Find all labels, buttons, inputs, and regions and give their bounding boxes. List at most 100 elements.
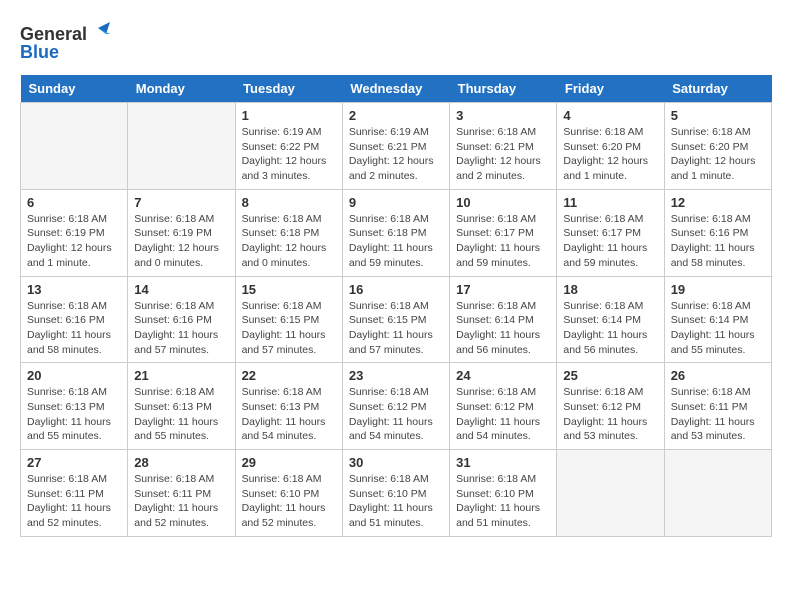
day-detail: Sunrise: 6:18 AM Sunset: 6:11 PM Dayligh… <box>134 472 228 531</box>
day-detail: Sunrise: 6:18 AM Sunset: 6:15 PM Dayligh… <box>349 299 443 358</box>
calendar-cell: 5 Sunrise: 6:18 AM Sunset: 6:20 PM Daylig… <box>664 103 771 190</box>
day-detail: Sunrise: 6:18 AM Sunset: 6:14 PM Dayligh… <box>456 299 550 358</box>
calendar-cell <box>128 103 235 190</box>
day-detail: Sunrise: 6:18 AM Sunset: 6:16 PM Dayligh… <box>134 299 228 358</box>
day-detail: Sunrise: 6:18 AM Sunset: 6:10 PM Dayligh… <box>456 472 550 531</box>
calendar-cell: 17 Sunrise: 6:18 AM Sunset: 6:14 PM Dayli… <box>450 276 557 363</box>
header: General Blue <box>20 20 772 65</box>
calendar-week-3: 13Sunrise: 6:18 AM Sunset: 6:16 PM Dayli… <box>21 276 772 363</box>
day-detail: Sunrise: 6:18 AM Sunset: 6:10 PM Dayligh… <box>242 472 336 531</box>
day-detail: Sunrise: 6:19 AM Sunset: 6:21 PM Dayligh… <box>349 125 443 184</box>
day-number: 22 <box>242 368 336 383</box>
day-detail: Sunrise: 6:18 AM Sunset: 6:11 PM Dayligh… <box>27 472 121 531</box>
calendar-cell: 10 Sunrise: 6:18 AM Sunset: 6:17 PM Dayli… <box>450 189 557 276</box>
calendar-cell: 30 Sunrise: 6:18 AM Sunset: 6:10 PM Dayli… <box>342 450 449 537</box>
day-number: 16 <box>349 282 443 297</box>
calendar-cell: 14 Sunrise: 6:18 AM Sunset: 6:16 PM Dayli… <box>128 276 235 363</box>
calendar-cell: 16 Sunrise: 6:18 AM Sunset: 6:15 PM Dayli… <box>342 276 449 363</box>
day-number: 2 <box>349 108 443 123</box>
day-detail: Sunrise: 6:18 AM Sunset: 6:14 PM Dayligh… <box>671 299 765 358</box>
day-detail: Sunrise: 6:18 AM Sunset: 6:13 PM Dayligh… <box>134 385 228 444</box>
calendar-week-1: 1 Sunrise: 6:19 AM Sunset: 6:22 PM Daylig… <box>21 103 772 190</box>
day-number: 4 <box>563 108 657 123</box>
day-detail: Sunrise: 6:18 AM Sunset: 6:17 PM Dayligh… <box>563 212 657 271</box>
calendar-cell: 15Sunrise: 6:18 AM Sunset: 6:15 PM Dayli… <box>235 276 342 363</box>
day-detail: Sunrise: 6:18 AM Sunset: 6:16 PM Dayligh… <box>27 299 121 358</box>
calendar-cell: 6Sunrise: 6:18 AM Sunset: 6:19 PM Daylig… <box>21 189 128 276</box>
day-number: 21 <box>134 368 228 383</box>
day-number: 19 <box>671 282 765 297</box>
day-detail: Sunrise: 6:18 AM Sunset: 6:13 PM Dayligh… <box>242 385 336 444</box>
calendar-cell: 11 Sunrise: 6:18 AM Sunset: 6:17 PM Dayli… <box>557 189 664 276</box>
day-number: 8 <box>242 195 336 210</box>
weekday-header-wednesday: Wednesday <box>342 75 449 103</box>
day-number: 28 <box>134 455 228 470</box>
weekday-header-thursday: Thursday <box>450 75 557 103</box>
day-number: 1 <box>242 108 336 123</box>
day-number: 3 <box>456 108 550 123</box>
calendar-cell: 12 Sunrise: 6:18 AM Sunset: 6:16 PM Dayli… <box>664 189 771 276</box>
calendar-week-5: 27 Sunrise: 6:18 AM Sunset: 6:11 PM Dayli… <box>21 450 772 537</box>
calendar-table: SundayMondayTuesdayWednesdayThursdayFrid… <box>20 75 772 537</box>
day-detail: Sunrise: 6:18 AM Sunset: 6:12 PM Dayligh… <box>563 385 657 444</box>
calendar-cell: 1 Sunrise: 6:19 AM Sunset: 6:22 PM Daylig… <box>235 103 342 190</box>
svg-text:Blue: Blue <box>20 42 59 62</box>
day-number: 5 <box>671 108 765 123</box>
day-detail: Sunrise: 6:18 AM Sunset: 6:14 PM Dayligh… <box>563 299 657 358</box>
calendar-cell: 21 Sunrise: 6:18 AM Sunset: 6:13 PM Dayli… <box>128 363 235 450</box>
day-number: 23 <box>349 368 443 383</box>
day-number: 31 <box>456 455 550 470</box>
day-detail: Sunrise: 6:18 AM Sunset: 6:20 PM Dayligh… <box>671 125 765 184</box>
weekday-header-sunday: Sunday <box>21 75 128 103</box>
weekday-header-friday: Friday <box>557 75 664 103</box>
calendar-cell: 19 Sunrise: 6:18 AM Sunset: 6:14 PM Dayli… <box>664 276 771 363</box>
day-detail: Sunrise: 6:18 AM Sunset: 6:11 PM Dayligh… <box>671 385 765 444</box>
weekday-header-monday: Monday <box>128 75 235 103</box>
day-number: 7 <box>134 195 228 210</box>
day-number: 9 <box>349 195 443 210</box>
calendar-week-4: 20 Sunrise: 6:18 AM Sunset: 6:13 PM Dayli… <box>21 363 772 450</box>
calendar-cell: 13Sunrise: 6:18 AM Sunset: 6:16 PM Dayli… <box>21 276 128 363</box>
day-number: 25 <box>563 368 657 383</box>
weekday-header-saturday: Saturday <box>664 75 771 103</box>
day-detail: Sunrise: 6:18 AM Sunset: 6:13 PM Dayligh… <box>27 385 121 444</box>
logo-icon: General Blue <box>20 20 110 65</box>
day-number: 12 <box>671 195 765 210</box>
weekday-header-row: SundayMondayTuesdayWednesdayThursdayFrid… <box>21 75 772 103</box>
calendar-cell: 28 Sunrise: 6:18 AM Sunset: 6:11 PM Dayli… <box>128 450 235 537</box>
day-number: 20 <box>27 368 121 383</box>
day-detail: Sunrise: 6:18 AM Sunset: 6:16 PM Dayligh… <box>671 212 765 271</box>
calendar-cell: 9 Sunrise: 6:18 AM Sunset: 6:18 PM Daylig… <box>342 189 449 276</box>
day-detail: Sunrise: 6:18 AM Sunset: 6:18 PM Dayligh… <box>349 212 443 271</box>
day-detail: Sunrise: 6:18 AM Sunset: 6:21 PM Dayligh… <box>456 125 550 184</box>
day-number: 14 <box>134 282 228 297</box>
day-number: 11 <box>563 195 657 210</box>
day-number: 17 <box>456 282 550 297</box>
calendar-cell: 8 Sunrise: 6:18 AM Sunset: 6:18 PM Daylig… <box>235 189 342 276</box>
day-detail: Sunrise: 6:19 AM Sunset: 6:22 PM Dayligh… <box>242 125 336 184</box>
calendar-cell: 23Sunrise: 6:18 AM Sunset: 6:12 PM Dayli… <box>342 363 449 450</box>
calendar-cell: 26 Sunrise: 6:18 AM Sunset: 6:11 PM Dayli… <box>664 363 771 450</box>
day-detail: Sunrise: 6:18 AM Sunset: 6:10 PM Dayligh… <box>349 472 443 531</box>
day-number: 30 <box>349 455 443 470</box>
calendar-cell: 2 Sunrise: 6:19 AM Sunset: 6:21 PM Daylig… <box>342 103 449 190</box>
day-detail: Sunrise: 6:18 AM Sunset: 6:17 PM Dayligh… <box>456 212 550 271</box>
calendar-cell: 24Sunrise: 6:18 AM Sunset: 6:12 PM Dayli… <box>450 363 557 450</box>
calendar-cell: 3 Sunrise: 6:18 AM Sunset: 6:21 PM Daylig… <box>450 103 557 190</box>
day-number: 18 <box>563 282 657 297</box>
day-number: 24 <box>456 368 550 383</box>
day-detail: Sunrise: 6:18 AM Sunset: 6:19 PM Dayligh… <box>134 212 228 271</box>
day-number: 10 <box>456 195 550 210</box>
day-number: 26 <box>671 368 765 383</box>
day-detail: Sunrise: 6:18 AM Sunset: 6:15 PM Dayligh… <box>242 299 336 358</box>
weekday-header-tuesday: Tuesday <box>235 75 342 103</box>
svg-text:General: General <box>20 24 87 44</box>
calendar-cell: 31 Sunrise: 6:18 AM Sunset: 6:10 PM Dayli… <box>450 450 557 537</box>
calendar-cell: 22 Sunrise: 6:18 AM Sunset: 6:13 PM Dayli… <box>235 363 342 450</box>
calendar-cell: 27 Sunrise: 6:18 AM Sunset: 6:11 PM Dayli… <box>21 450 128 537</box>
calendar-week-2: 6Sunrise: 6:18 AM Sunset: 6:19 PM Daylig… <box>21 189 772 276</box>
day-detail: Sunrise: 6:18 AM Sunset: 6:19 PM Dayligh… <box>27 212 121 271</box>
day-number: 29 <box>242 455 336 470</box>
day-number: 27 <box>27 455 121 470</box>
day-detail: Sunrise: 6:18 AM Sunset: 6:18 PM Dayligh… <box>242 212 336 271</box>
